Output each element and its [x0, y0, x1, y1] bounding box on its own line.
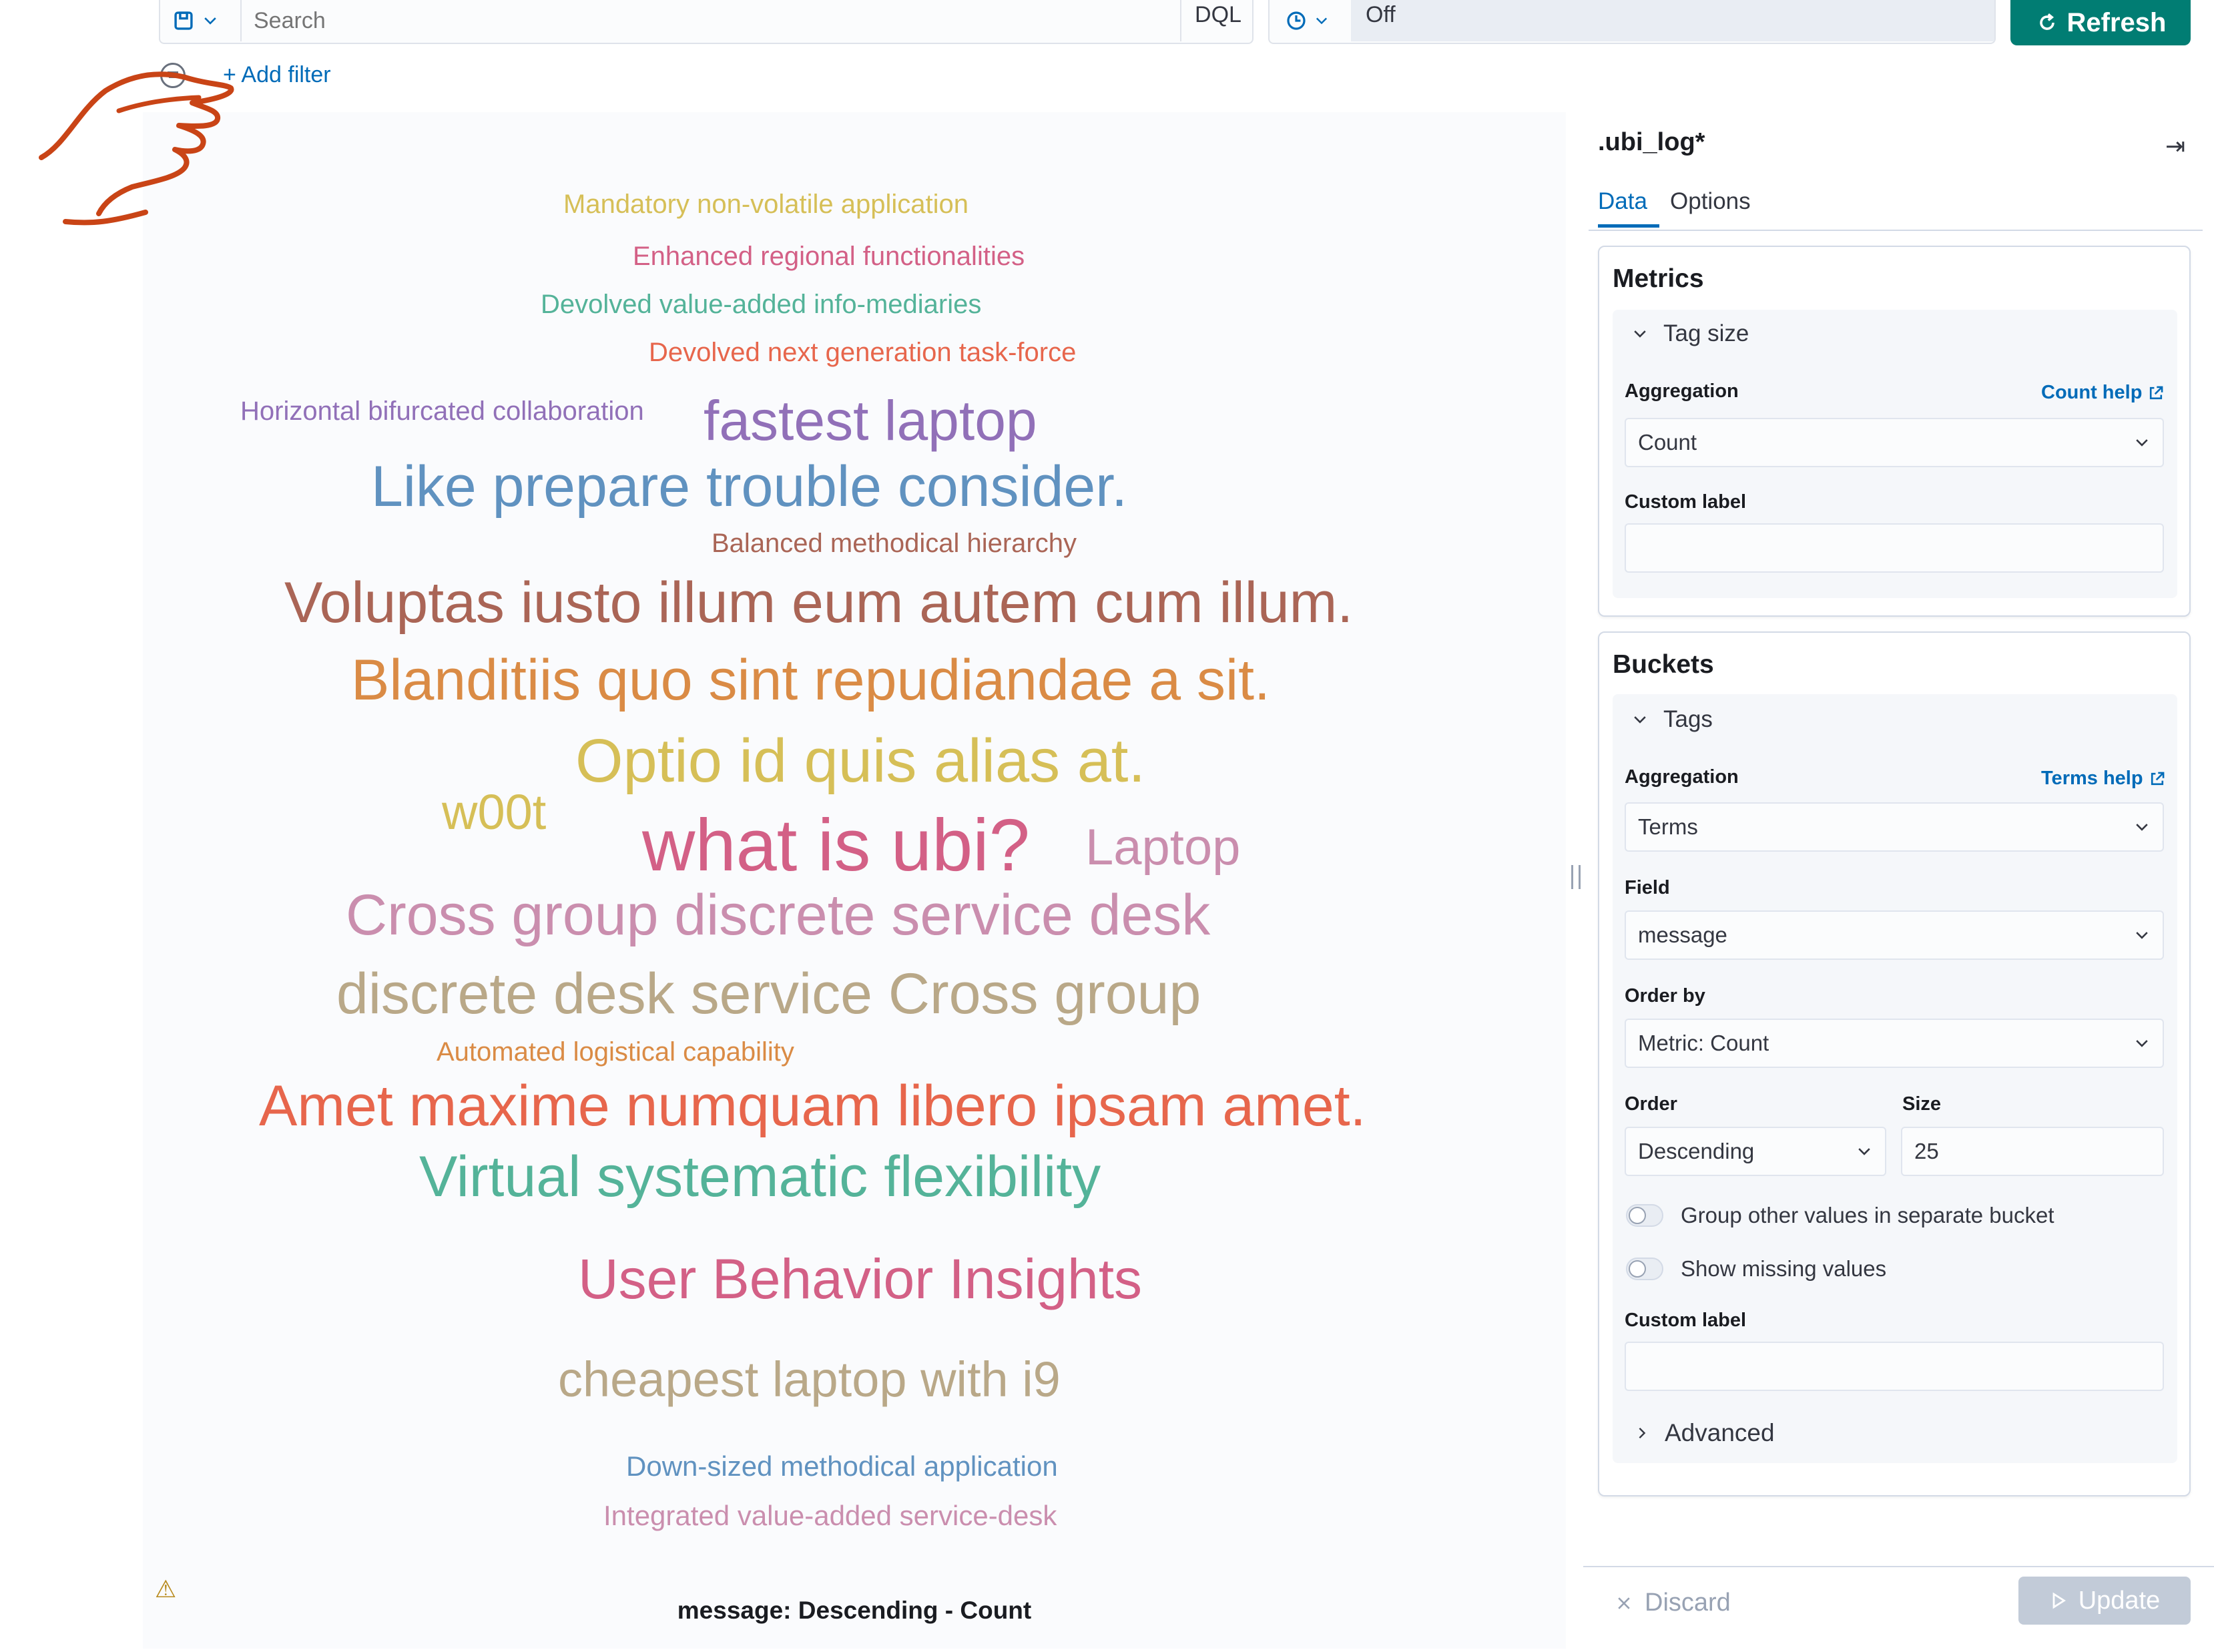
bucket-aggregation-select[interactable]: Terms: [1625, 802, 2164, 852]
metric-group-title: Tag size: [1663, 320, 1749, 346]
size-label: Size: [1902, 1093, 1942, 1115]
save-icon: [174, 11, 193, 30]
tag-cloud-word[interactable]: discrete desk service Cross group: [336, 965, 1201, 1023]
update-label: Update: [2078, 1586, 2161, 1615]
tag-cloud-word[interactable]: Devolved value-added info-mediaries: [541, 291, 981, 318]
field-value: message: [1638, 922, 1727, 947]
count-help-link[interactable]: Count help: [2041, 382, 2165, 404]
chevron-down-icon: [1634, 716, 1646, 724]
metrics-title: Metrics: [1613, 264, 1704, 293]
tag-cloud-word[interactable]: Cross group discrete service desk: [346, 886, 1210, 944]
tag-cloud-word[interactable]: what is ubi?: [642, 809, 1030, 882]
chevron-down-icon: [1634, 330, 1646, 338]
bucket-aggregation-value: Terms: [1638, 814, 1698, 839]
tabs-divider: [1589, 230, 2203, 231]
refresh-interval-display[interactable]: Off: [1351, 0, 1994, 41]
chevron-down-icon: [2136, 1040, 2148, 1047]
play-icon: [2052, 1592, 2066, 1609]
bucket-custom-label-input[interactable]: [1625, 1342, 2164, 1391]
tag-cloud-word[interactable]: Devolved next generation task-force: [649, 339, 1076, 366]
terms-help-label: Terms help: [2041, 768, 2143, 789]
search-input[interactable]: [240, 0, 1180, 41]
tag-cloud-word[interactable]: Amet maxime numquam libero ipsam amet.: [259, 1077, 1366, 1135]
order-label: Order: [1625, 1093, 1677, 1115]
advanced-label: Advanced: [1665, 1419, 1775, 1446]
close-icon: [1618, 1597, 1630, 1609]
tag-cloud-word[interactable]: Optio id quis alias at.: [575, 730, 1145, 792]
chevron-down-icon: [1858, 1148, 1870, 1155]
metric-group-toggle[interactable]: Tag size: [1631, 320, 1749, 347]
field-label: Field: [1625, 877, 1670, 898]
bucket-aggregation-label: Aggregation: [1625, 766, 1739, 788]
order-select[interactable]: Descending: [1625, 1127, 1886, 1176]
tab-options[interactable]: Options: [1670, 187, 1751, 216]
bucket-group-title: Tags: [1663, 706, 1713, 732]
query-language-button[interactable]: DQL: [1180, 0, 1255, 41]
tag-cloud-word[interactable]: w00t: [442, 788, 546, 837]
tag-cloud-word[interactable]: Virtual systematic flexibility: [419, 1148, 1101, 1205]
quick-menu-button[interactable]: [1272, 0, 1350, 41]
tag-cloud-word[interactable]: Automated logistical capability: [437, 1039, 794, 1065]
tag-cloud-word[interactable]: Blanditiis quo sint repudiandae a sit.: [351, 651, 1270, 709]
show-missing-label: Show missing values: [1681, 1256, 1887, 1281]
refresh-label: Refresh: [2066, 7, 2167, 37]
external-link-icon: [2151, 772, 2164, 785]
tag-cloud-word[interactable]: fastest laptop: [704, 392, 1037, 449]
terms-help-link[interactable]: Terms help: [2041, 768, 2166, 790]
buckets-title: Buckets: [1613, 650, 1714, 679]
count-help-label: Count help: [2041, 382, 2143, 403]
refresh-icon: [2039, 13, 2054, 30]
discard-button[interactable]: Discard: [1615, 1589, 1731, 1617]
tag-cloud-word[interactable]: Like prepare trouble consider.: [371, 458, 1127, 515]
tag-cloud-word[interactable]: Enhanced regional functionalities: [633, 243, 1025, 270]
refresh-button[interactable]: Refresh: [2010, 0, 2191, 45]
update-button[interactable]: Update: [2018, 1577, 2191, 1625]
show-missing-switch[interactable]: [1626, 1258, 1663, 1280]
chevron-down-icon: [204, 17, 216, 25]
metric-aggregation-label: Aggregation: [1625, 380, 1739, 402]
tag-cloud-word[interactable]: Balanced methodical hierarchy: [712, 530, 1077, 557]
tab-data[interactable]: Data: [1598, 187, 1659, 228]
chevron-down-icon: [2136, 932, 2148, 939]
tag-cloud-word[interactable]: Horizontal bifurcated collaboration: [240, 398, 644, 425]
bucket-custom-label-label: Custom label: [1625, 1310, 1747, 1331]
metric-aggregation-select[interactable]: Count: [1625, 418, 2164, 467]
tag-cloud-word[interactable]: Voluptas iusto illum eum autem cum illum…: [284, 574, 1353, 631]
order-value: Descending: [1638, 1139, 1755, 1163]
collapse-sidebar-icon[interactable]: ⇥: [2165, 132, 2185, 160]
order-by-value: Metric: Count: [1638, 1031, 1769, 1055]
saved-query-menu[interactable]: [163, 0, 238, 41]
chevron-down-icon: [2136, 824, 2148, 831]
metric-custom-label-input[interactable]: [1625, 523, 2164, 573]
discard-label: Discard: [1645, 1589, 1731, 1617]
metric-aggregation-value: Count: [1638, 430, 1697, 455]
group-other-switch[interactable]: [1626, 1204, 1663, 1227]
metric-custom-label-label: Custom label: [1625, 491, 1747, 513]
tag-cloud-word[interactable]: Mandatory non-volatile application: [563, 191, 968, 218]
footer-divider: [1583, 1566, 2214, 1567]
index-pattern-title: .ubi_log*: [1598, 128, 1705, 156]
tag-cloud-word[interactable]: User Behavior Insights: [578, 1251, 1142, 1307]
tag-cloud-word[interactable]: Integrated value-added service-desk: [603, 1502, 1057, 1530]
external-link-icon: [2150, 386, 2163, 399]
group-other-label: Group other values in separate bucket: [1681, 1203, 2054, 1227]
resize-handle[interactable]: [1571, 865, 1581, 889]
order-by-select[interactable]: Metric: Count: [1625, 1019, 2164, 1068]
pointing-hand-icon: [39, 71, 234, 226]
size-input[interactable]: [1901, 1127, 2164, 1176]
chevron-down-icon: [2136, 439, 2148, 447]
field-select[interactable]: message: [1625, 910, 2164, 960]
tag-cloud-word[interactable]: Laptop: [1085, 822, 1240, 873]
tag-cloud-word[interactable]: Down-sized methodical application: [626, 1452, 1058, 1480]
advanced-toggle[interactable]: Advanced: [1634, 1419, 1775, 1447]
order-by-label: Order by: [1625, 985, 1705, 1007]
chevron-down-icon: [1316, 17, 1328, 25]
add-filter-button[interactable]: + Add filter: [223, 59, 331, 91]
tag-cloud-caption: message: Descending - Count: [677, 1597, 1032, 1624]
clock-icon: [1287, 11, 1306, 30]
chevron-right-icon: [1639, 1427, 1646, 1439]
bucket-group-toggle[interactable]: Tags: [1631, 706, 1713, 733]
tag-cloud-word[interactable]: cheapest laptop with i9: [558, 1355, 1061, 1404]
